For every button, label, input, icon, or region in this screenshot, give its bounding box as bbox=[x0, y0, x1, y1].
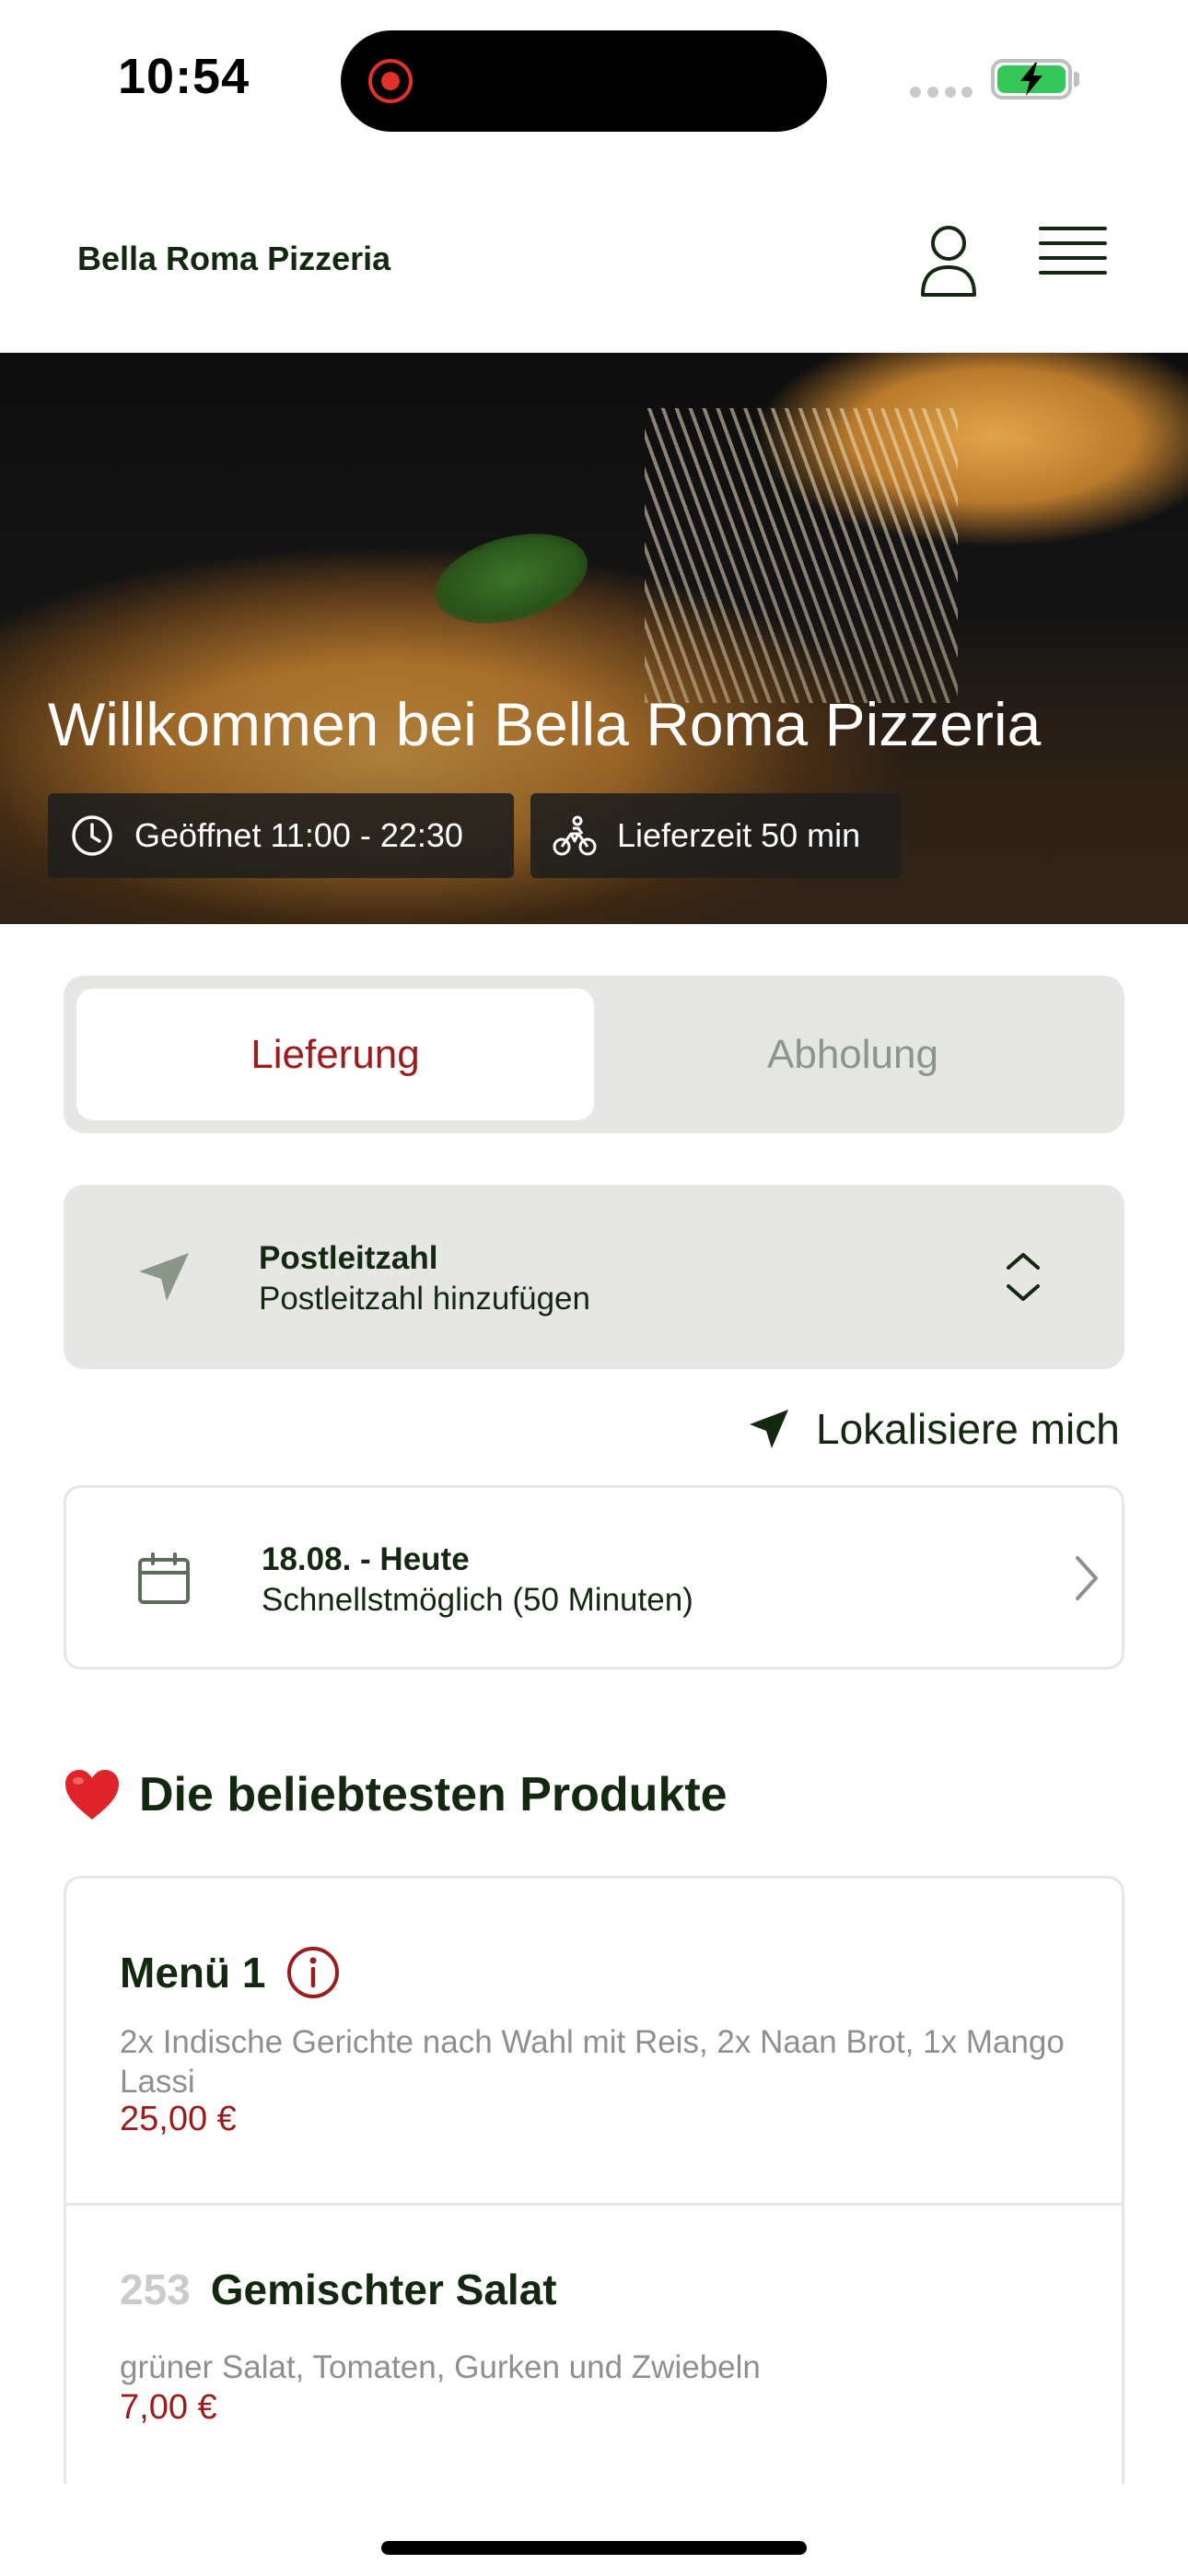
product-price: 7,00 € bbox=[120, 2388, 217, 2427]
product-price: 25,00 € bbox=[120, 2100, 237, 2138]
zip-code-value: Postleitzahl hinzufügen bbox=[259, 1281, 590, 1317]
locate-me-label: Lokalisiere mich bbox=[816, 1405, 1120, 1453]
battery-cap bbox=[1074, 72, 1079, 87]
delivery-date: 18.08. - Heute bbox=[262, 1541, 470, 1577]
locate-me-button[interactable]: Lokalisiere mich bbox=[748, 1399, 1120, 1459]
bicycle-rider-icon bbox=[553, 815, 597, 856]
app-header: Bella Roma Pizzeria bbox=[0, 166, 1188, 353]
restaurant-name[interactable]: Bella Roma Pizzeria bbox=[77, 240, 390, 278]
calendar-icon bbox=[138, 1552, 190, 1604]
user-icon bbox=[921, 226, 976, 297]
popular-products-title: Die beliebtesten Produkte bbox=[139, 1768, 728, 1821]
product-list: Menü 1 2x Indische Gerichte nach Wahl mi… bbox=[64, 1876, 1124, 2484]
product-card[interactable]: 253 Gemischter Salat grüner Salat, Tomat… bbox=[66, 2206, 1122, 2484]
dynamic-island bbox=[341, 30, 827, 132]
opening-hours-text: Geöffnet 11:00 - 22:30 bbox=[134, 816, 463, 854]
hamburger-menu-icon[interactable] bbox=[1039, 227, 1107, 291]
delivery-time-slot: Schnellstmöglich (50 Minuten) bbox=[262, 1582, 693, 1618]
status-time: 10:54 bbox=[118, 49, 250, 104]
info-icon[interactable] bbox=[285, 1945, 341, 2000]
navigation-arrow-icon bbox=[750, 1410, 788, 1448]
hero-title: Willkommen bei Bella Roma Pizzeria bbox=[48, 690, 1042, 758]
hero-banner: Willkommen bei Bella Roma Pizzeria Geöff… bbox=[0, 353, 1188, 924]
zip-code-select[interactable]: Postleitzahl Postleitzahl hinzufügen bbox=[64, 1185, 1124, 1369]
product-number: 253 bbox=[120, 2266, 191, 2313]
heart-icon bbox=[65, 1770, 119, 1820]
account-button[interactable] bbox=[912, 221, 985, 299]
delivery-time-text: Lieferzeit 50 min bbox=[617, 816, 861, 854]
status-bar: 10:54 bbox=[0, 0, 1188, 166]
chevron-up-down-icon bbox=[1007, 1253, 1040, 1301]
tab-delivery[interactable]: Lieferung bbox=[76, 989, 594, 1120]
popular-products-heading: Die beliebtesten Produkte bbox=[64, 1767, 728, 1822]
location-arrow-icon bbox=[139, 1253, 189, 1301]
product-card[interactable]: Menü 1 2x Indische Gerichte nach Wahl mi… bbox=[66, 1879, 1122, 2206]
product-description: 2x Indische Gerichte nach Wahl mit Reis,… bbox=[120, 2024, 1065, 2100]
cellular-signal-icon bbox=[910, 87, 973, 98]
home-indicator[interactable] bbox=[381, 2541, 807, 2555]
opening-hours-badge: Geöffnet 11:00 - 22:30 bbox=[48, 793, 514, 878]
chevron-right-icon bbox=[1076, 1556, 1098, 1600]
delivery-date-select[interactable]: 18.08. - Heute Schnellstmöglich (50 Minu… bbox=[64, 1485, 1124, 1669]
product-name: Menü 1 bbox=[120, 1949, 266, 1996]
battery-icon bbox=[991, 59, 1072, 100]
recording-icon bbox=[368, 59, 413, 103]
product-name: Gemischter Salat bbox=[210, 2266, 557, 2313]
clock-icon bbox=[72, 815, 112, 856]
zip-code-label: Postleitzahl bbox=[259, 1240, 438, 1276]
tab-pickup[interactable]: Abholung bbox=[594, 989, 1112, 1120]
delivery-time-badge: Lieferzeit 50 min bbox=[530, 793, 901, 878]
order-mode-toggle: Lieferung Abholung bbox=[64, 976, 1124, 1133]
product-description: grüner Salat, Tomaten, Gurken und Zwiebe… bbox=[120, 2349, 761, 2385]
